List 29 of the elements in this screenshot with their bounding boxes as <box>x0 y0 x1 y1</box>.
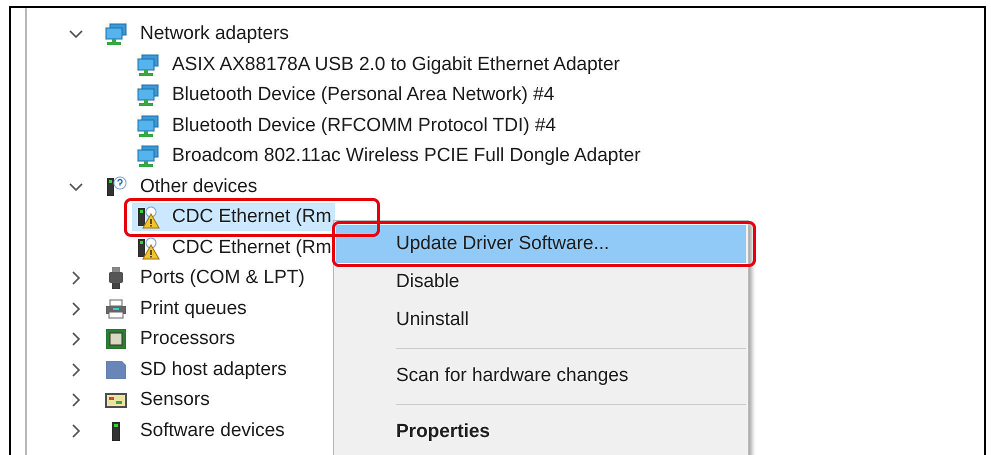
device-tree-item[interactable]: CDC Ethernet (Rm <box>132 234 336 262</box>
warning-device-icon <box>136 205 160 230</box>
device-tree-item[interactable]: Software devices <box>100 416 289 445</box>
device-tree-item[interactable]: Other devices <box>100 172 262 201</box>
network-icon <box>136 83 160 108</box>
device-tree-item[interactable]: CDC Ethernet (Rm <box>132 203 336 232</box>
device-tree-item[interactable]: Sensors <box>100 386 214 414</box>
unknown-device-icon <box>104 174 128 199</box>
menu-item[interactable]: Disable <box>336 263 746 301</box>
device-tree-item[interactable]: Network adapters <box>100 20 293 48</box>
chip-icon <box>104 327 128 352</box>
menu-item[interactable]: Scan for hardware changes <box>336 357 746 395</box>
device-tree-item[interactable]: Bluetooth Device (RFCOMM Protocol TDI) #4 <box>132 112 560 140</box>
warning-device-icon <box>136 236 160 260</box>
device-tree-item[interactable]: ASIX AX88178A USB 2.0 to Gigabit Ethernet Adapter <box>132 50 624 79</box>
network-icon <box>136 114 160 138</box>
device-tree-item[interactable]: Ports (COM & LPT) <box>100 264 309 292</box>
device-tree-item[interactable]: Print queues <box>100 294 251 323</box>
network-icon <box>136 144 160 168</box>
device-tree-item[interactable]: Bluetooth Device (Personal Area Network) #4 <box>132 81 558 110</box>
printer-icon <box>104 296 128 321</box>
device-tree-item[interactable]: SD host adapters <box>100 356 291 384</box>
device-tree-item[interactable]: Processors <box>100 325 240 354</box>
menu-item[interactable]: Uninstall <box>336 301 746 339</box>
menu-item[interactable]: Properties <box>336 413 746 451</box>
network-icon <box>136 52 160 77</box>
network-icon <box>104 22 128 46</box>
device-tree-item[interactable]: Broadcom 802.11ac Wireless PCIE Full Dongle Adapter <box>132 142 645 170</box>
menu-item[interactable]: Update Driver Software... <box>336 225 746 263</box>
